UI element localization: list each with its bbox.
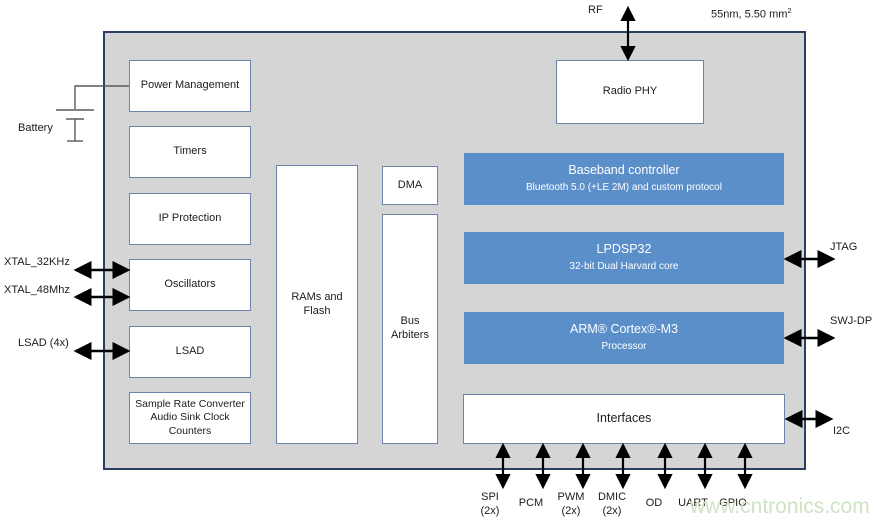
label-battery: Battery [18, 122, 53, 134]
block-ip-protection-label: IP Protection [158, 212, 222, 225]
chip-process-note: 55nm, 5.50 mm2 [711, 6, 792, 21]
label-interface-pwm: PWM (2x) [558, 490, 585, 519]
label-interface-dmic-name: DMIC [597, 491, 627, 503]
label-interface-dmic-qty: (2x) [602, 505, 622, 518]
block-baseband-controller[interactable]: Baseband controller Bluetooth 5.0 (+LE 2… [464, 153, 784, 205]
block-oscillators[interactable]: Oscillators [129, 259, 251, 311]
block-bus-arbiters[interactable]: Bus Arbiters [382, 214, 438, 444]
block-lsad-label: LSAD [175, 345, 205, 358]
block-dma[interactable]: DMA [382, 166, 438, 205]
block-arm-cortex-m3-subtitle: Processor [601, 341, 647, 353]
block-arm-cortex-m3-title: ARM® Cortex®-M3 [569, 322, 678, 337]
label-interface-spi: SPI (2x) [481, 490, 500, 519]
label-lsad-4x: LSAD (4x) [18, 337, 69, 349]
block-bus-arbiters-line2: Arbiters [391, 329, 429, 341]
label-interface-pwm-qty: (2x) [561, 505, 581, 518]
block-rams-and-flash[interactable]: RAMs and Flash [276, 165, 358, 444]
label-interface-pcm-name: PCM [518, 497, 544, 509]
label-interface-pwm-name: PWM [557, 491, 585, 503]
label-interface-dmic: DMIC (2x) [598, 490, 626, 519]
label-interface-od-name: OD [645, 497, 663, 509]
label-interface-spi-name: SPI [481, 491, 499, 503]
chip-process-note-superscript: 2 [787, 6, 792, 15]
label-rf: RF [588, 4, 603, 16]
block-lpdsp32-subtitle: 32-bit Dual Harvard core [569, 261, 679, 273]
block-lpdsp32-title: LPDSP32 [596, 242, 652, 257]
block-radio-phy-label: Radio PHY [602, 85, 658, 98]
block-timers[interactable]: Timers [129, 126, 251, 178]
label-interface-pcm: PCM [519, 496, 543, 510]
block-lpdsp32[interactable]: LPDSP32 32-bit Dual Harvard core [464, 232, 784, 284]
block-baseband-controller-title: Baseband controller [568, 163, 680, 178]
site-watermark: www.cntronics.com [690, 495, 870, 518]
block-bus-arbiters-line1: Bus [400, 315, 420, 328]
label-swj-dp: SWJ-DP [830, 315, 873, 327]
block-power-management[interactable]: Power Management [129, 60, 251, 112]
block-sample-rate-converter-line2: Audio Sink Clock Counters [150, 411, 230, 437]
block-rams-and-flash-line2: Flash [303, 304, 331, 317]
block-timers-label: Timers [173, 145, 207, 158]
block-rams-and-flash-line1: RAMs and [291, 290, 343, 303]
label-xtal-48mhz: XTAL_48Mhz [4, 284, 70, 296]
label-interface-od: OD [646, 496, 663, 510]
block-ip-protection[interactable]: IP Protection [129, 193, 251, 245]
block-dma-label: DMA [397, 178, 423, 191]
label-jtag: JTAG [830, 241, 858, 253]
block-sample-rate-converter[interactable]: Sample Rate Converter Audio Sink Clock C… [129, 392, 251, 444]
label-xtal-32khz: XTAL_32KHz [4, 256, 70, 268]
chip-process-note-text: 55nm, 5.50 mm [711, 8, 788, 21]
block-interfaces[interactable]: Interfaces [463, 394, 785, 444]
block-radio-phy[interactable]: Radio PHY [556, 60, 704, 124]
block-interfaces-label: Interfaces [596, 411, 652, 426]
block-baseband-controller-subtitle: Bluetooth 5.0 (+LE 2M) and custom protoc… [526, 182, 722, 194]
block-lsad[interactable]: LSAD [129, 326, 251, 378]
block-oscillators-label: Oscillators [164, 278, 216, 291]
block-power-management-label: Power Management [140, 79, 240, 92]
block-diagram-canvas: 55nm, 5.50 mm2 Power Management Timers I… [0, 0, 876, 524]
label-interface-spi-qty: (2x) [480, 505, 500, 518]
block-arm-cortex-m3[interactable]: ARM® Cortex®-M3 Processor [464, 312, 784, 364]
block-sample-rate-converter-line1: Sample Rate Converter [135, 398, 245, 411]
label-i2c: I2C [833, 425, 851, 437]
